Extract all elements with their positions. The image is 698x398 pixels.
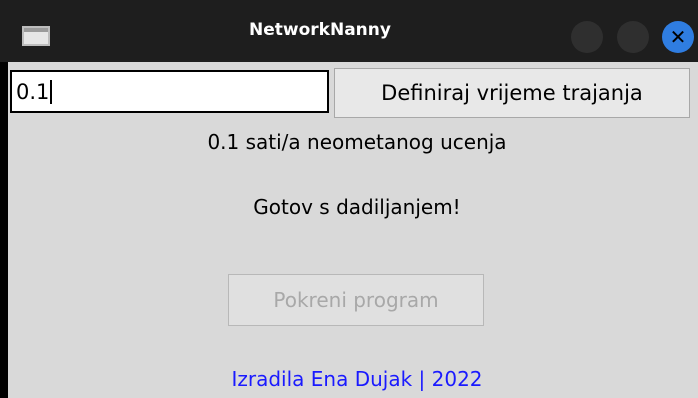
start-program-button[interactable]: Pokreni program (228, 274, 484, 326)
window-title: NetworkNanny (249, 20, 391, 40)
duration-input[interactable]: 0.1 (10, 70, 329, 113)
main-panel: 0.1 Definiraj vrijeme trajanja 0.1 sati/… (8, 62, 698, 398)
text-caret (50, 79, 53, 104)
minimize-button[interactable] (571, 21, 603, 53)
maximize-button[interactable] (617, 21, 649, 53)
close-icon: ✕ (669, 25, 687, 49)
credit-label: Izradila Ena Dujak | 2022 (231, 367, 483, 391)
duration-input-value: 0.1 (16, 79, 50, 104)
app-window: NetworkNanny ✕ 0.1 Definiraj vrijeme tra… (0, 0, 698, 398)
title-bar[interactable]: NetworkNanny ✕ (0, 0, 698, 62)
status-message: Gotov s dadiljanjem! (253, 195, 461, 219)
define-duration-button[interactable]: Definiraj vrijeme trajanja (334, 68, 690, 118)
close-button[interactable]: ✕ (662, 21, 694, 53)
duration-summary-label: 0.1 sati/a neometanog ucenja (207, 130, 507, 154)
